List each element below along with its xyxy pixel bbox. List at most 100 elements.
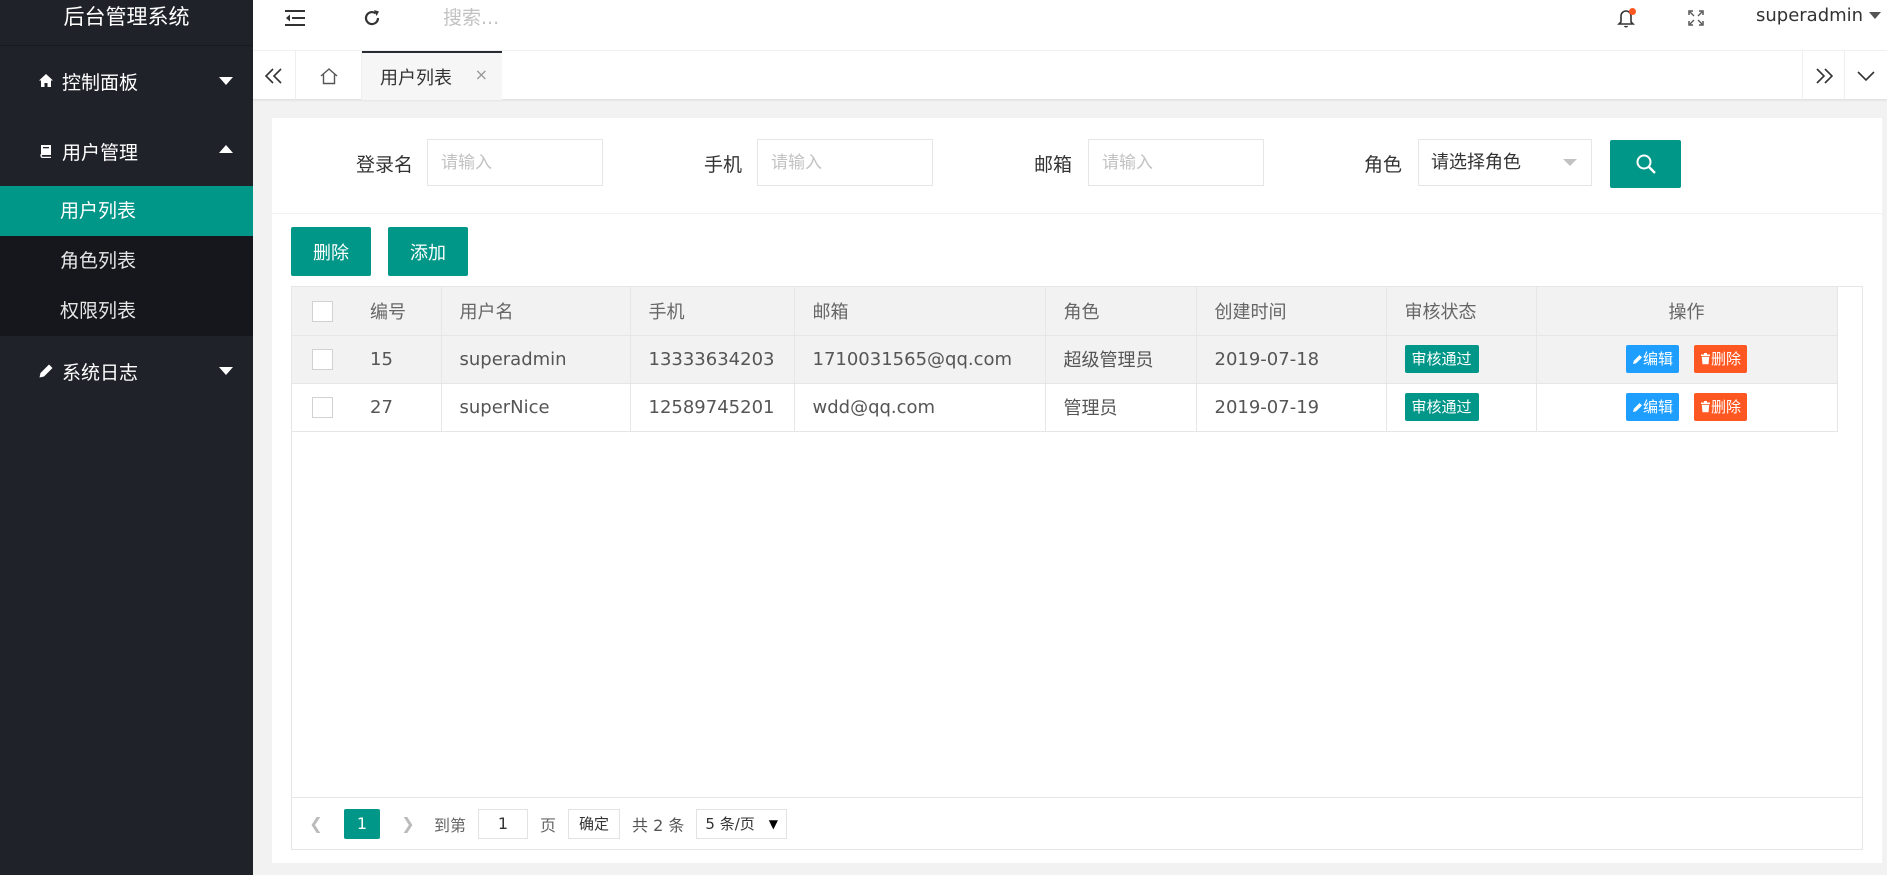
top-header: superadmin — [253, 0, 1887, 50]
select-all-checkbox[interactable] — [311, 300, 333, 322]
column-header[interactable]: 创建时间 — [1196, 287, 1387, 336]
goto-confirm-button[interactable]: 确定 — [568, 808, 621, 839]
delete-label: 删除 — [1711, 350, 1742, 368]
tabs-scroll-left-icon[interactable] — [253, 51, 296, 100]
sidebar-item-role-list[interactable]: 角色列表 — [0, 236, 253, 286]
next-page-icon[interactable]: ❯ — [396, 814, 420, 833]
login-name-input[interactable] — [427, 139, 603, 186]
column-header[interactable]: 编号 — [352, 287, 442, 336]
app-title: 后台管理系统 — [0, 0, 253, 46]
cell-role: 管理员 — [1045, 383, 1197, 432]
table-row: 27 superNice 12589745201 wdd@qq.com 管理员 … — [292, 383, 1838, 432]
role-select-value: 请选择角色 — [1431, 152, 1521, 173]
sidebar-subnav: 用户列表 角色列表 权限列表 — [0, 186, 253, 336]
collapse-menu-icon[interactable] — [281, 0, 311, 35]
row-checkbox[interactable] — [311, 396, 333, 418]
role-label: 角色 — [1364, 154, 1403, 176]
search-button[interactable] — [1610, 140, 1681, 188]
phone-label: 手机 — [704, 154, 743, 176]
book-icon — [36, 143, 56, 159]
login-name-label: 登录名 — [356, 154, 414, 176]
sidebar-group-dashboard[interactable]: 控制面板 — [0, 46, 253, 116]
tab-user-list[interactable]: 用户列表 × — [362, 51, 502, 100]
chevron-down-icon — [1563, 159, 1577, 166]
trash-icon — [1701, 353, 1710, 365]
edit-button[interactable]: 编辑 — [1625, 393, 1679, 421]
cell-username: superadmin — [441, 335, 631, 384]
sidebar-group-label: 系统日志 — [62, 361, 139, 384]
chevron-down-icon — [219, 367, 233, 375]
sidebar-group-label: 用户管理 — [62, 141, 139, 164]
cell-username: superNice — [441, 383, 631, 432]
sidebar-group-user-management[interactable]: 用户管理 — [0, 116, 253, 186]
delete-row-button[interactable]: 删除 — [1694, 345, 1748, 373]
cell-created: 2019-07-19 — [1196, 383, 1387, 432]
bell-icon[interactable] — [1612, 0, 1642, 35]
goto-label: 到第 — [434, 815, 467, 835]
page-size-select[interactable]: 5 条/页 ▼ — [696, 808, 788, 839]
column-header[interactable]: 用户名 — [441, 287, 631, 336]
refresh-icon[interactable] — [357, 0, 387, 35]
search-icon — [1636, 154, 1656, 174]
email-input[interactable] — [1088, 139, 1264, 186]
table-header-row: 编号 用户名 手机 邮箱 角色 创建时间 审核状态 操作 — [292, 287, 1838, 336]
tabs-scroll-right-icon[interactable] — [1802, 51, 1845, 100]
goto-page-input[interactable] — [478, 808, 529, 839]
sidebar-item-user-list[interactable]: 用户列表 — [0, 186, 253, 236]
filter-form: 登录名 手机 邮箱 角色 请选择角色 — [272, 118, 1882, 214]
prev-page-icon[interactable]: ❮ — [304, 814, 328, 833]
table-row: 15 superadmin 13333634203 1710031565@qq.… — [292, 335, 1838, 384]
page-unit-label: 页 — [540, 815, 557, 835]
sidebar-group-label: 控制面板 — [62, 71, 139, 94]
phone-input[interactable] — [757, 139, 933, 186]
chevron-down-icon — [219, 77, 233, 85]
cell-id: 27 — [352, 383, 442, 432]
cell-phone: 12589745201 — [630, 383, 795, 432]
sidebar-group-system-log[interactable]: 系统日志 — [0, 336, 253, 406]
chevron-down-icon — [1869, 12, 1882, 19]
column-header[interactable]: 审核状态 — [1386, 287, 1537, 336]
edit-button[interactable]: 编辑 — [1625, 345, 1679, 373]
close-icon[interactable]: × — [475, 65, 488, 84]
username-label: superadmin — [1756, 5, 1864, 26]
column-header: 操作 — [1536, 287, 1838, 336]
email-label: 邮箱 — [1034, 154, 1073, 176]
home-icon — [36, 73, 56, 89]
column-header[interactable]: 手机 — [630, 287, 795, 336]
user-menu[interactable]: superadmin — [1756, 5, 1882, 26]
sidebar-item-permission-list[interactable]: 权限列表 — [0, 286, 253, 336]
cell-created: 2019-07-18 — [1196, 335, 1387, 384]
chevron-up-icon — [219, 145, 233, 153]
pencil-icon — [1633, 355, 1642, 364]
tab-bar: 用户列表 × — [253, 50, 1887, 100]
tab-label: 用户列表 — [380, 67, 452, 89]
column-header[interactable]: 角色 — [1045, 287, 1197, 336]
cell-phone: 13333634203 — [630, 335, 795, 384]
pencil-icon — [36, 363, 56, 379]
status-badge: 审核通过 — [1404, 393, 1479, 421]
edit-label: 编辑 — [1642, 350, 1673, 368]
pagination: ❮ 1 ❯ 到第 页 确定 共 2 条 5 条/页 ▼ — [292, 797, 1862, 849]
delete-button[interactable]: 删除 — [291, 227, 371, 276]
delete-label: 删除 — [1711, 398, 1742, 416]
user-table: 编号 用户名 手机 邮箱 角色 创建时间 审核状态 操作 15 superadm… — [291, 286, 1863, 850]
global-search-input[interactable] — [443, 4, 663, 32]
fullscreen-icon[interactable] — [1681, 0, 1711, 35]
cell-role: 超级管理员 — [1045, 335, 1197, 384]
current-page[interactable]: 1 — [344, 808, 380, 839]
home-tab-icon[interactable] — [296, 51, 362, 100]
cell-id: 15 — [352, 335, 442, 384]
edit-label: 编辑 — [1642, 398, 1673, 416]
row-checkbox[interactable] — [311, 348, 333, 370]
add-button[interactable]: 添加 — [388, 227, 468, 276]
pencil-icon — [1633, 403, 1642, 412]
page-size-value: 5 条/页 — [705, 814, 755, 833]
delete-row-button[interactable]: 删除 — [1694, 393, 1748, 421]
trash-icon — [1701, 401, 1710, 413]
role-select[interactable]: 请选择角色 — [1418, 139, 1592, 186]
tabs-menu-chevron-icon[interactable] — [1845, 51, 1887, 100]
cell-email: 1710031565@qq.com — [794, 335, 1046, 384]
total-count: 共 2 条 — [632, 815, 685, 835]
column-header[interactable]: 邮箱 — [794, 287, 1046, 336]
cell-email: wdd@qq.com — [794, 383, 1046, 432]
